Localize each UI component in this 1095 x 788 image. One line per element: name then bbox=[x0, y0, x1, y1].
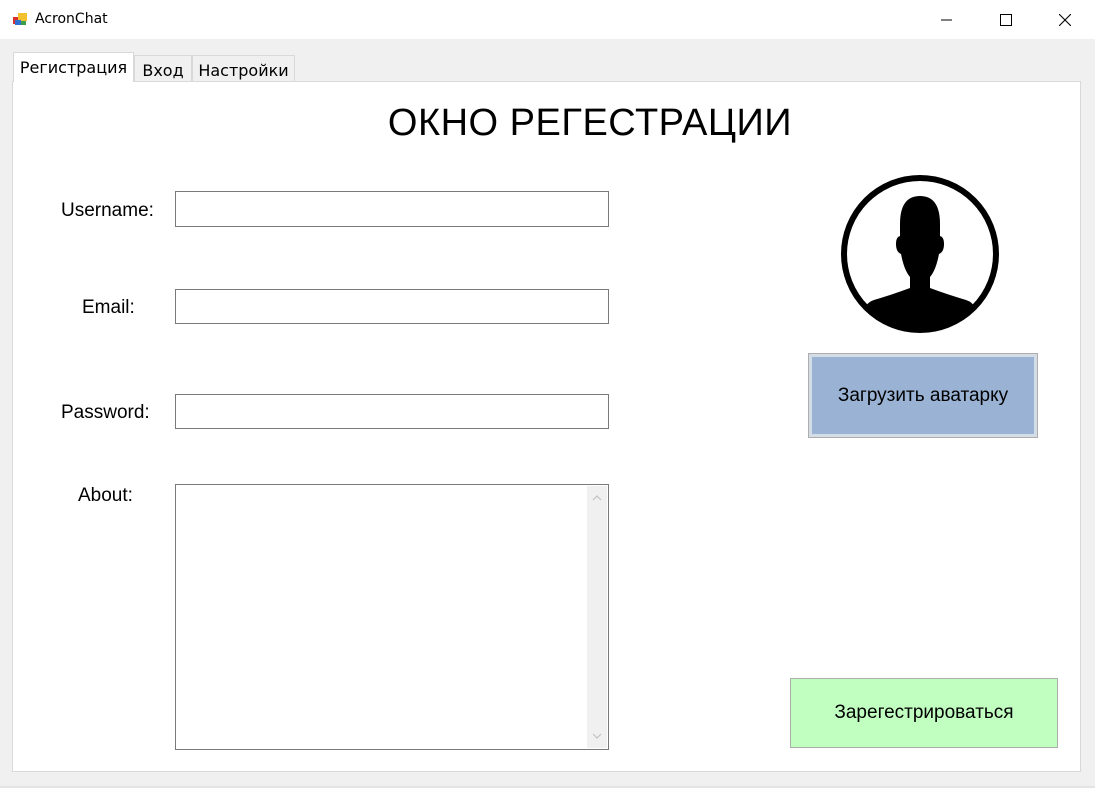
email-field[interactable] bbox=[175, 289, 609, 324]
scroll-down-arrow[interactable] bbox=[587, 726, 607, 746]
chevron-up-icon bbox=[592, 495, 602, 501]
username-field[interactable] bbox=[175, 191, 609, 227]
close-icon bbox=[1059, 13, 1071, 26]
upload-avatar-label: Загрузить аватарку bbox=[837, 384, 1009, 406]
tab-login-label: Вход bbox=[142, 61, 184, 80]
maximize-icon bbox=[1000, 13, 1012, 26]
close-button[interactable] bbox=[1036, 0, 1094, 39]
scroll-up-arrow[interactable] bbox=[587, 488, 607, 508]
upload-avatar-button[interactable]: Загрузить аватарку bbox=[808, 353, 1038, 438]
chevron-down-icon bbox=[592, 733, 602, 739]
register-button[interactable]: Зарегестрироваться bbox=[790, 678, 1058, 748]
password-label: Password: bbox=[61, 402, 150, 423]
about-textarea[interactable] bbox=[175, 484, 609, 750]
minimize-icon bbox=[941, 19, 952, 20]
title-bar: AcronChat bbox=[0, 0, 1095, 39]
minimize-button[interactable] bbox=[918, 0, 976, 39]
about-label: About: bbox=[78, 485, 133, 506]
tab-login[interactable]: Вход bbox=[134, 55, 192, 83]
username-label: Username: bbox=[61, 200, 154, 221]
about-scrollbar[interactable] bbox=[587, 486, 607, 748]
register-label: Зарегестрироваться bbox=[834, 702, 1014, 723]
password-field[interactable] bbox=[175, 394, 609, 429]
email-label: Email: bbox=[82, 297, 135, 318]
tab-registration[interactable]: Регистрация bbox=[13, 52, 134, 82]
user-silhouette-icon bbox=[841, 175, 999, 333]
window-title: AcronChat bbox=[35, 11, 108, 27]
tab-registration-label: Регистрация bbox=[19, 58, 128, 77]
app-icon bbox=[13, 13, 27, 25]
tab-settings[interactable]: Настройки bbox=[192, 55, 295, 83]
maximize-button[interactable] bbox=[977, 0, 1035, 39]
page-title: ОКНО РЕГЕСТРАЦИИ bbox=[387, 102, 793, 144]
tab-settings-label: Настройки bbox=[198, 61, 289, 80]
